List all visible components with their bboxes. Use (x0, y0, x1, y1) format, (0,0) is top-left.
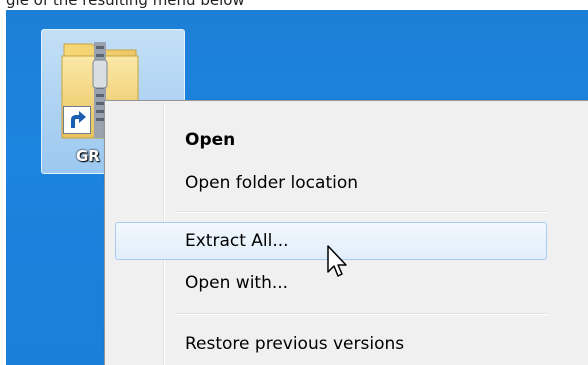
menu-item-restore-previous-versions[interactable]: Restore previous versions (115, 325, 547, 363)
shortcut-arrow-icon (63, 106, 91, 134)
context-menu: Open Open folder location Extract All...… (104, 100, 588, 365)
menu-item-open-folder-location[interactable]: Open folder location (115, 164, 547, 202)
menu-separator (175, 211, 547, 213)
menu-item-label: Extract All... (185, 231, 289, 251)
desktop-icon-label: GR (76, 147, 100, 165)
menu-item-label: Open folder location (185, 173, 359, 193)
menu-item-label: Restore previous versions (185, 334, 405, 354)
arrow-pointer-icon (327, 245, 347, 277)
instruction-text-strip: gle of the resulting menu below (0, 0, 588, 10)
menu-item-label: Open (185, 130, 236, 150)
menu-item-label: Open with... (185, 273, 289, 293)
menu-item-open[interactable]: Open (115, 121, 547, 159)
menu-separator (175, 313, 547, 315)
desktop[interactable]: GR Open Open folder location Extract All… (6, 10, 588, 365)
instruction-text: gle of the resulting menu below (6, 0, 245, 9)
